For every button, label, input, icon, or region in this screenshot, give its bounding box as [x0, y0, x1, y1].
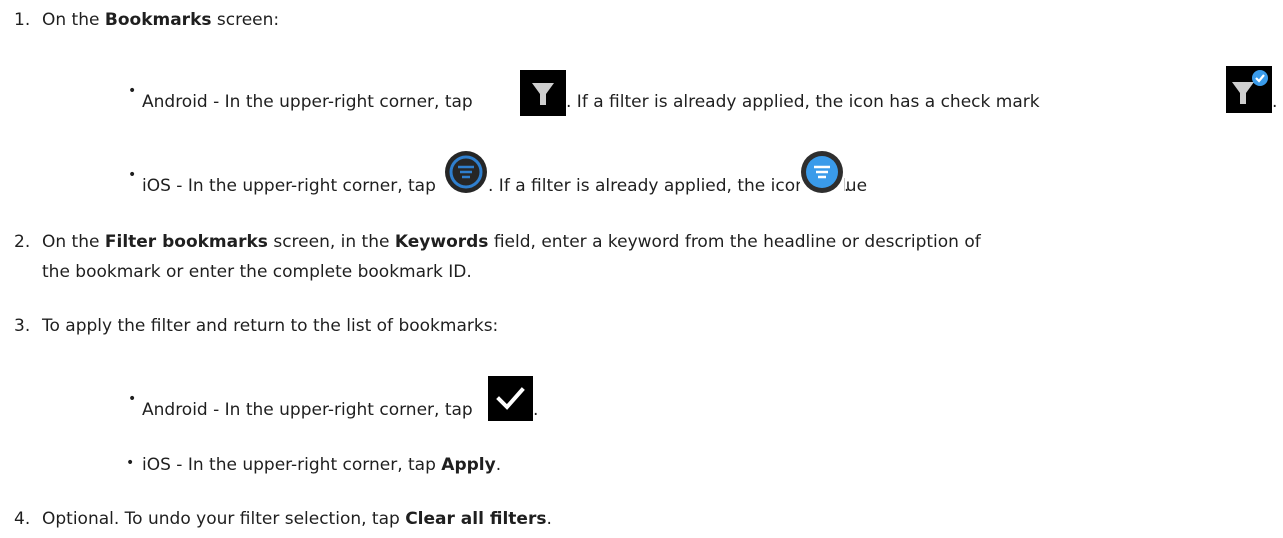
- text: .: [495, 455, 502, 475]
- step-4-text: Optional. To undo your filter selection,…: [42, 508, 552, 530]
- step-2-text: On the Filter bookmarks screen, in the K…: [42, 231, 981, 253]
- step-2-text-line2: the bookmark or enter the complete bookm…: [42, 262, 472, 282]
- text: field, enter a keyword from the headline…: [488, 232, 981, 252]
- text: .: [533, 400, 539, 420]
- filter-funnel-icon: [520, 70, 566, 116]
- text: On the: [42, 10, 105, 30]
- step-1-bullet-ios: iOS - In the upper-right corner, tap: [142, 175, 436, 197]
- step-1-bullet-android: Android - In the upper-right corner, tap: [142, 91, 473, 113]
- step-3-bullet-ios: iOS - In the upper-right corner, tap App…: [142, 454, 501, 476]
- bold-term: Clear all filters: [405, 509, 547, 529]
- text: .: [546, 509, 552, 529]
- period: .: [1272, 91, 1277, 113]
- step-3-text: To apply the filter and return to the li…: [42, 316, 499, 336]
- bold-term: Bookmarks: [104, 10, 212, 30]
- bold-term: Filter bookmarks: [104, 232, 268, 252]
- bold-term: Apply: [441, 455, 496, 475]
- filter-funnel-check-icon: [1226, 66, 1272, 113]
- bullet-dot: •: [128, 391, 137, 407]
- bold-term: Keywords: [394, 232, 489, 252]
- text: . If a filter is already applied, the ic…: [566, 92, 1040, 112]
- text: screen:: [211, 10, 280, 30]
- text: Optional. To undo your filter selection,…: [42, 509, 406, 529]
- filter-circle-icon: [444, 150, 488, 194]
- text: iOS - In the upper-right corner, tap: [142, 176, 436, 196]
- checkmark-icon: [488, 376, 533, 421]
- text: Android - In the upper-right corner, tap: [142, 92, 473, 112]
- bullet-dot: •: [126, 455, 135, 471]
- bullet-dot: •: [128, 167, 137, 183]
- step-number: 3.: [14, 316, 31, 336]
- period: .: [844, 175, 849, 197]
- text: Android - In the upper-right corner, tap: [142, 400, 473, 420]
- step-number: 4.: [14, 509, 31, 529]
- step-1-text: On the Bookmarks screen:: [42, 9, 279, 31]
- filter-circle-blue-icon: [800, 150, 844, 194]
- step-number: 1.: [14, 10, 31, 30]
- step-number: 2.: [14, 232, 31, 252]
- text: screen, in the: [267, 232, 395, 252]
- step-3-bullet-android: Android - In the upper-right corner, tap: [142, 399, 473, 421]
- text: On the: [42, 232, 105, 252]
- period: .: [533, 399, 538, 421]
- step-1-bullet-android-cont: . If a filter is already applied, the ic…: [566, 91, 1040, 113]
- text: iOS - In the upper-right corner, tap: [142, 455, 442, 475]
- text: .: [844, 176, 850, 196]
- bullet-dot: •: [128, 83, 137, 99]
- text: .: [1272, 92, 1278, 112]
